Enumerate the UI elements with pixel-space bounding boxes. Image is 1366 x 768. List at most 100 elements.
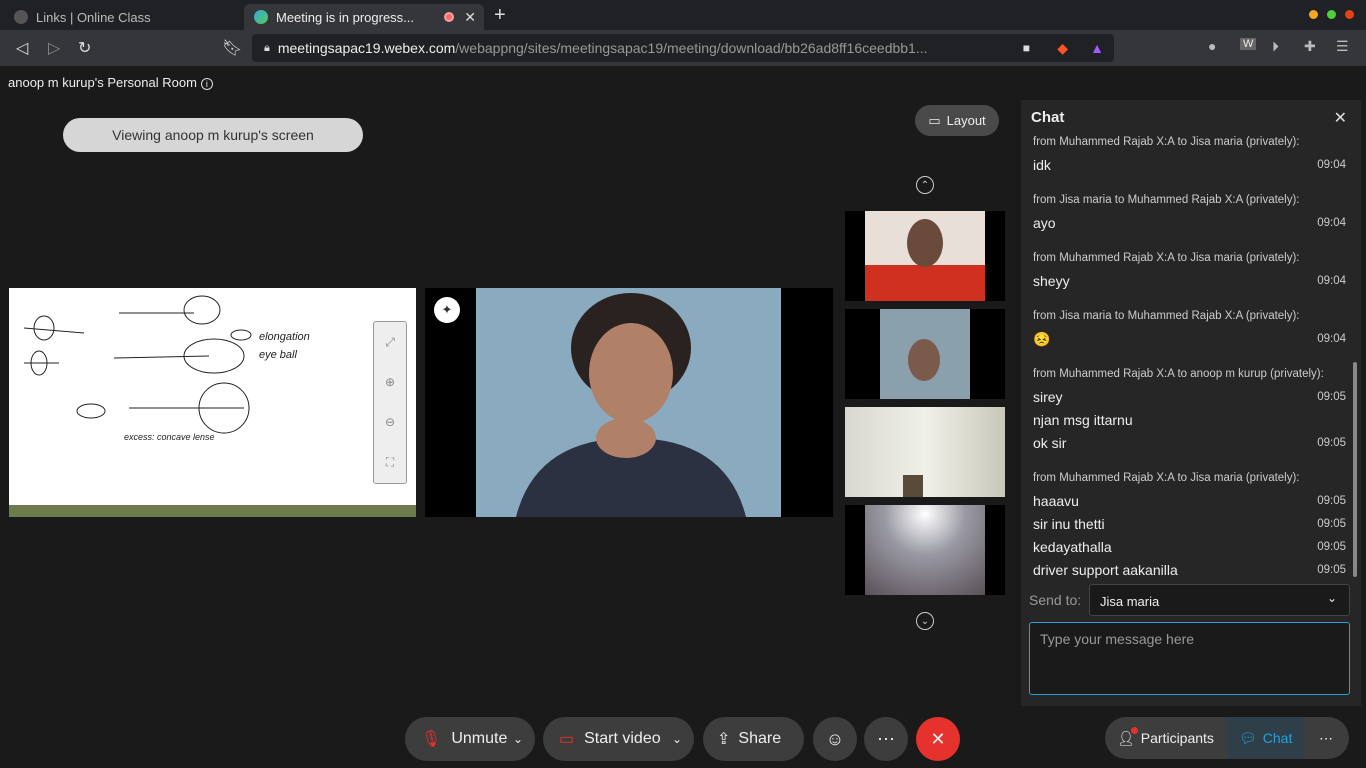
pin-icon[interactable]: ✦ xyxy=(434,297,460,323)
send-to-value: Jisa maria xyxy=(1100,594,1160,609)
participants-label: Participants xyxy=(1140,730,1214,746)
chat-messages[interactable]: from Muhammed Rajab X:A to Jisa maria (p… xyxy=(1021,132,1361,580)
chat-panel: Chat ✕ from Muhammed Rajab X:A to Jisa m… xyxy=(1021,100,1361,706)
room-name-text: anoop m kurup's Personal Room xyxy=(8,75,197,90)
layout-button[interactable]: ▭ Layout xyxy=(915,105,999,136)
extensions-icon[interactable]: ✚ xyxy=(1304,38,1316,55)
close-tab-icon[interactable]: ✕ xyxy=(464,9,476,26)
participant-video xyxy=(476,288,781,517)
chat-message: sir inu thetti 09:05 xyxy=(1033,516,1346,532)
close-icon[interactable]: ✕ xyxy=(1334,108,1347,128)
chat-button[interactable]: 💬︎ Chat xyxy=(1227,717,1303,759)
browser-toolbar: ◁ ▷ ↻ 🔖︎ 🔒︎ meetingsapac19.webex.com/web… xyxy=(0,30,1366,66)
lock-icon: 🔒︎ xyxy=(264,41,270,54)
chat-message: 😣 09:04 xyxy=(1033,331,1346,347)
zoom-in-icon[interactable]: ⊕ xyxy=(374,362,406,402)
chat-label: Chat xyxy=(1262,730,1293,746)
emoji-icon: ☺ xyxy=(825,728,845,749)
share-icon: ⇪ xyxy=(717,731,731,748)
forward-icon[interactable]: ▷ xyxy=(48,38,60,58)
play-extension-icon[interactable]: ⏵ xyxy=(1272,38,1279,55)
chat-scrollbar[interactable] xyxy=(1353,362,1357,577)
participant-thumbnail[interactable] xyxy=(845,505,1005,595)
leave-meeting-button[interactable]: ✕ xyxy=(916,717,960,761)
zoom-out-icon[interactable]: ⊖ xyxy=(374,402,406,442)
share-label: Share xyxy=(738,730,782,747)
chat-message: sheyy 09:04 xyxy=(1033,273,1346,289)
message-header: from Muhammed Rajab X:A to Jisa maria (p… xyxy=(1033,252,1300,264)
chat-message: ayo 09:04 xyxy=(1033,215,1346,231)
fullscreen-icon[interactable]: ⛶ xyxy=(374,442,406,482)
participants-button[interactable]: 👤︎ Participants xyxy=(1105,717,1227,759)
participant-thumbnail[interactable] xyxy=(845,309,1005,399)
participant-thumbnail[interactable] xyxy=(845,211,1005,301)
layout-label: Layout xyxy=(946,113,986,128)
message-input[interactable]: Type your message here xyxy=(1029,622,1350,695)
share-button[interactable]: ⇪ Share xyxy=(703,717,804,761)
chat-message: driver support aakanilla 09:05 xyxy=(1033,562,1346,578)
reactions-button[interactable]: ☺ xyxy=(813,717,857,761)
more-icon: ⋯ xyxy=(1319,729,1333,746)
expand-icon[interactable]: ⤢ xyxy=(374,322,406,362)
chevron-down-icon[interactable]: ⌄ xyxy=(513,732,523,746)
info-icon[interactable]: i xyxy=(200,78,213,90)
layout-icon: ▭ xyxy=(928,112,941,128)
shared-screen[interactable]: elongation eye ball excess: concave lens… xyxy=(9,288,416,517)
close-icon: ✕ xyxy=(930,728,946,749)
maximize-button[interactable] xyxy=(1327,10,1336,19)
new-tab-icon[interactable]: + xyxy=(494,4,506,27)
person-figure xyxy=(476,288,781,517)
url-host: meetingsapac19.webex.com xyxy=(277,40,456,56)
bookmark-icon[interactable]: 🔖︎ xyxy=(222,38,242,58)
address-bar[interactable]: 🔒︎ meetingsapac19.webex.com/webappng/sit… xyxy=(252,34,1114,62)
svg-text:excess: concave lense: excess: concave lense xyxy=(124,432,215,442)
shared-taskbar xyxy=(9,505,416,517)
message-header: from Muhammed Rajab X:A to anoop m kurup… xyxy=(1033,368,1324,380)
start-video-button[interactable]: ▭ Start video ⌄ xyxy=(543,717,694,761)
message-header: from Muhammed Rajab X:A to Jisa maria (p… xyxy=(1033,472,1300,484)
scroll-down-icon[interactable]: ⌄ xyxy=(916,612,934,630)
chat-message: njan msg ittarnu xyxy=(1033,412,1133,428)
tab-title: Links | Online Class xyxy=(36,9,151,25)
viewing-label: Viewing anoop m kurup's screen xyxy=(112,127,314,143)
more-panels-button[interactable]: ⋯ xyxy=(1303,717,1349,759)
send-to-select[interactable]: Jisa maria ⌄ xyxy=(1089,584,1350,616)
chat-icon: 💬︎ xyxy=(1239,729,1257,746)
minimize-button[interactable] xyxy=(1309,10,1318,19)
room-name: anoop m kurup's Personal Room i xyxy=(8,75,213,90)
browser-tab-bar: Links | Online Class Meeting is in progr… xyxy=(0,0,1366,30)
message-header: from Jisa maria to Muhammed Rajab X:A (p… xyxy=(1033,310,1300,322)
chat-message: ok sir 09:05 xyxy=(1033,435,1346,451)
unmute-button[interactable]: 🎙︎ Unmute ⌄ xyxy=(405,717,535,761)
message-header: from Muhammed Rajab X:A to Jisa maria (p… xyxy=(1033,136,1300,148)
more-options-button[interactable]: ⋯ xyxy=(864,717,908,761)
reload-icon[interactable]: ↻ xyxy=(78,38,91,58)
participants-icon: 👤︎ xyxy=(1117,726,1138,747)
viewing-screen-banner: Viewing anoop m kurup's screen xyxy=(63,118,363,152)
recording-icon xyxy=(444,12,454,22)
camera-icon[interactable]: ■ xyxy=(1023,41,1030,55)
scroll-up-icon[interactable]: ⌃ xyxy=(916,176,934,194)
whiteboard-drawing: elongation eye ball excess: concave lens… xyxy=(23,295,310,442)
webex-icon xyxy=(254,10,268,24)
participant-thumbnail[interactable] xyxy=(845,407,1005,497)
video-off-icon: ▭ xyxy=(559,731,575,748)
rewards-icon[interactable]: ▲ xyxy=(1090,40,1104,56)
extension-w-icon[interactable]: W xyxy=(1240,38,1257,50)
zoom-toolbar: ⤢ ⊕ ⊖ ⛶ xyxy=(373,321,407,484)
tab-meeting[interactable]: Meeting is in progress... ✕ xyxy=(244,4,484,30)
back-icon[interactable]: ◁ xyxy=(16,38,28,58)
tab-title: Meeting is in progress... xyxy=(276,9,415,25)
chat-title: Chat xyxy=(1031,109,1065,126)
tab-links-online-class[interactable]: Links | Online Class xyxy=(4,4,242,30)
menu-icon[interactable]: ☰ xyxy=(1336,38,1349,55)
chat-message: sirey 09:05 xyxy=(1033,389,1346,405)
start-video-label: Start video xyxy=(584,730,661,747)
chat-message: idk 09:04 xyxy=(1033,157,1346,173)
brave-icon[interactable]: ◆ xyxy=(1057,40,1068,57)
extension-icon[interactable]: ● xyxy=(1208,38,1216,54)
active-speaker-video[interactable]: ✦ xyxy=(425,288,833,517)
close-window-button[interactable] xyxy=(1345,10,1354,19)
chevron-down-icon[interactable]: ⌄ xyxy=(672,732,682,746)
url-path: /webappng/sites/meetingsapac19/meeting/d… xyxy=(455,40,928,56)
